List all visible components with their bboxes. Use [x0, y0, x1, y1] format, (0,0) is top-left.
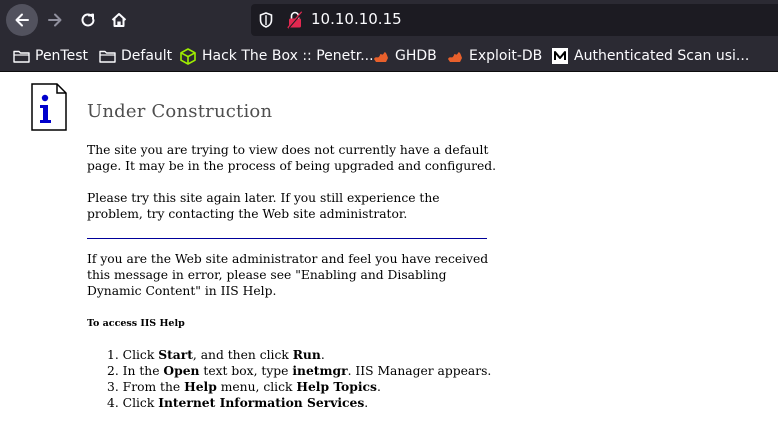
page-title: Under Construction — [87, 101, 273, 122]
htb-cube-icon — [179, 47, 197, 65]
back-arrow-icon — [15, 13, 29, 27]
reload-icon — [81, 13, 95, 27]
bookmarks-toolbar: PenTest Default Hack The Box :: Penetr..… — [0, 40, 778, 72]
help-heading: To access IIS Help — [87, 318, 185, 329]
bookmark-label: Default — [121, 48, 173, 64]
address-bar[interactable]: 10.10.10.15 — [251, 4, 778, 36]
divider-line — [87, 238, 487, 239]
exploitdb-icon — [372, 47, 390, 65]
exploitdb-icon — [446, 47, 464, 65]
bookmark-authenticated-scan[interactable]: Authenticated Scan usi... — [551, 46, 749, 66]
forward-button[interactable] — [39, 4, 71, 36]
page-content: Under Construction The site you are tryi… — [0, 73, 778, 445]
medium-m-icon — [551, 47, 569, 65]
tracking-shield-icon[interactable] — [259, 12, 273, 28]
bookmark-label: Exploit-DB — [469, 48, 543, 64]
list-item: 1. Click Start, and then click Run. — [107, 347, 325, 362]
intro-paragraph: The site you are trying to view does not… — [87, 143, 497, 173]
list-item: 3. From the Help menu, click Help Topics… — [107, 379, 381, 394]
admin-paragraph: If you are the Web site administrator an… — [87, 252, 489, 298]
list-item: 4. Click Internet Information Services. — [107, 395, 369, 410]
bookmark-label: Hack The Box :: Penetr... — [202, 48, 374, 64]
folder-icon — [12, 47, 30, 65]
bookmark-label: Authenticated Scan usi... — [574, 48, 750, 64]
bookmark-ghdb[interactable]: GHDB — [372, 46, 437, 66]
info-document-icon — [31, 83, 67, 131]
bookmark-exploit-db[interactable]: Exploit-DB — [446, 46, 542, 66]
bookmark-hackthebox[interactable]: Hack The Box :: Penetr... — [179, 46, 374, 66]
home-button[interactable] — [103, 4, 135, 36]
folder-icon — [98, 47, 116, 65]
home-icon — [111, 13, 127, 27]
retry-paragraph: Please try this site again later. If you… — [87, 191, 440, 221]
bookmark-label: PenTest — [35, 48, 88, 64]
bookmark-pentest[interactable]: PenTest — [12, 46, 88, 66]
url-text[interactable]: 10.10.10.15 — [311, 10, 402, 28]
bookmark-label: GHDB — [395, 48, 437, 64]
back-button[interactable] — [6, 4, 38, 36]
reload-button[interactable] — [72, 4, 104, 36]
help-steps-list: 1. Click Start, and then click Run. 2. I… — [107, 347, 527, 411]
browser-toolbar: 10.10.10.15 — [0, 0, 778, 40]
insecure-lock-icon[interactable] — [287, 11, 303, 29]
bookmark-default[interactable]: Default — [98, 46, 172, 66]
forward-arrow-icon — [48, 13, 62, 27]
list-item: 2. In the Open text box, type inetmgr. I… — [107, 363, 492, 378]
